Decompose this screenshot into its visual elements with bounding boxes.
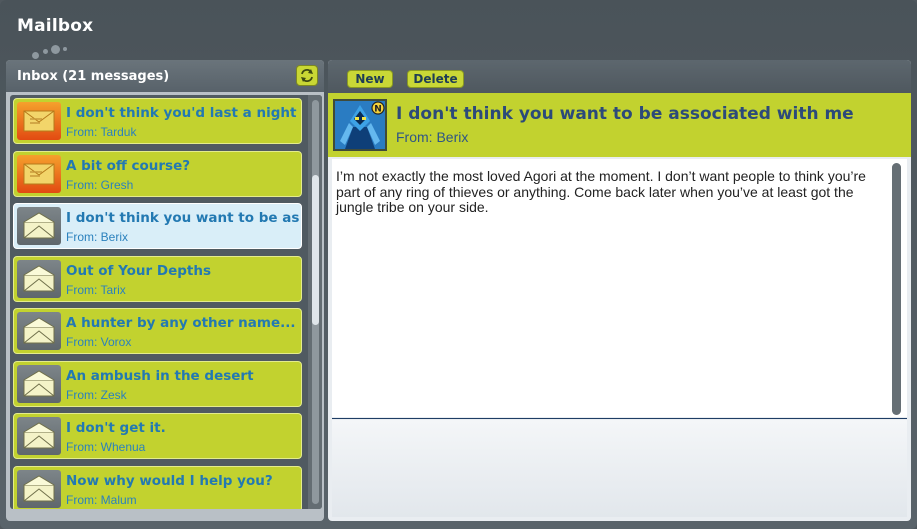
message-sender: From: Whenua	[66, 440, 146, 454]
message-subject: I don't get it.	[66, 420, 166, 436]
svg-text:N: N	[374, 105, 382, 115]
message-subject: A hunter by any other name...	[66, 315, 296, 331]
message-subject: Now why would I help you?	[66, 472, 273, 489]
message-sender: From: Vorox	[66, 335, 132, 349]
inbox-scrollbar[interactable]	[308, 95, 322, 509]
envelope-icon	[17, 102, 61, 140]
message-subject: An ambush in the desert	[66, 367, 254, 384]
body-scrollbar-thumb[interactable]	[892, 163, 901, 415]
message-body-area: I’m not exactly the most loved Agori at …	[332, 159, 907, 417]
open-envelope-icon	[17, 312, 61, 350]
message-subject-heading: I don't think you want to be associated …	[396, 104, 854, 124]
reply-area[interactable]	[332, 420, 907, 517]
message-sender: From: Zesk	[66, 387, 127, 402]
body-scrollbar[interactable]	[892, 163, 901, 415]
inbox-header: Inbox (21 messages)	[6, 60, 324, 92]
message-body-text: I’m not exactly the most loved Agori at …	[336, 168, 866, 215]
refresh-icon	[301, 69, 313, 82]
sender-avatar: N	[333, 99, 387, 151]
message-row[interactable]: I don't get it. From: Whenua	[13, 413, 302, 459]
message-subject: Out of Your Depths	[66, 262, 211, 279]
envelope-icon	[17, 154, 61, 193]
message-subject: I don't think you want to be associ	[66, 210, 299, 226]
open-envelope-icon	[17, 417, 61, 455]
message-row[interactable]: A bit off course? From: Gresh	[13, 150, 302, 197]
npc-badge-icon: N	[371, 101, 385, 115]
open-envelope-icon	[17, 469, 61, 508]
message-row[interactable]: Now why would I help you? From: Malum	[13, 465, 302, 509]
new-button[interactable]: New	[347, 70, 393, 88]
message-sender-line: From: Berix	[396, 129, 469, 145]
open-envelope-icon	[17, 207, 61, 245]
message-row[interactable]: An ambush in the desert From: Zesk	[13, 360, 302, 407]
message-reader: New Delete N I don't think you want to b…	[328, 60, 911, 521]
refresh-button[interactable]	[296, 65, 318, 86]
message-row[interactable]: Out of Your Depths From: Tarix	[13, 255, 302, 302]
inbox-panel: Inbox (21 messages) I don't think you'd …	[6, 60, 324, 521]
window-title: Mailbox	[17, 16, 94, 36]
message-subject: I don't think you'd last a night in th	[66, 105, 299, 121]
reader-toolbar: New Delete	[328, 60, 911, 93]
open-envelope-icon	[17, 259, 61, 298]
message-sender: From: Malum	[66, 492, 137, 507]
reply-divider	[332, 418, 907, 419]
scrollbar-thumb[interactable]	[312, 175, 319, 325]
message-sender: From: Berix	[66, 230, 129, 244]
message-row[interactable]: A hunter by any other name... From: Voro…	[13, 308, 302, 354]
delete-button[interactable]: Delete	[407, 70, 464, 88]
message-row[interactable]: I don't think you'd last a night in th F…	[13, 98, 302, 144]
mailbox-window: Mailbox Inbox (21 messages) I don't thin…	[0, 0, 917, 529]
message-subject: A bit off course?	[66, 157, 191, 174]
message-sender: From: Tarduk	[66, 125, 137, 139]
open-envelope-icon	[17, 364, 61, 403]
message-list-area: I don't think you'd last a night in th F…	[10, 95, 322, 509]
message-row-selected[interactable]: I don't think you want to be associ From…	[13, 203, 302, 249]
inbox-title: Inbox (21 messages)	[17, 69, 170, 84]
message-sender: From: Gresh	[66, 177, 134, 192]
message-sender: From: Tarix	[66, 282, 126, 297]
message-header: N I don't think you want to be associate…	[328, 93, 911, 157]
